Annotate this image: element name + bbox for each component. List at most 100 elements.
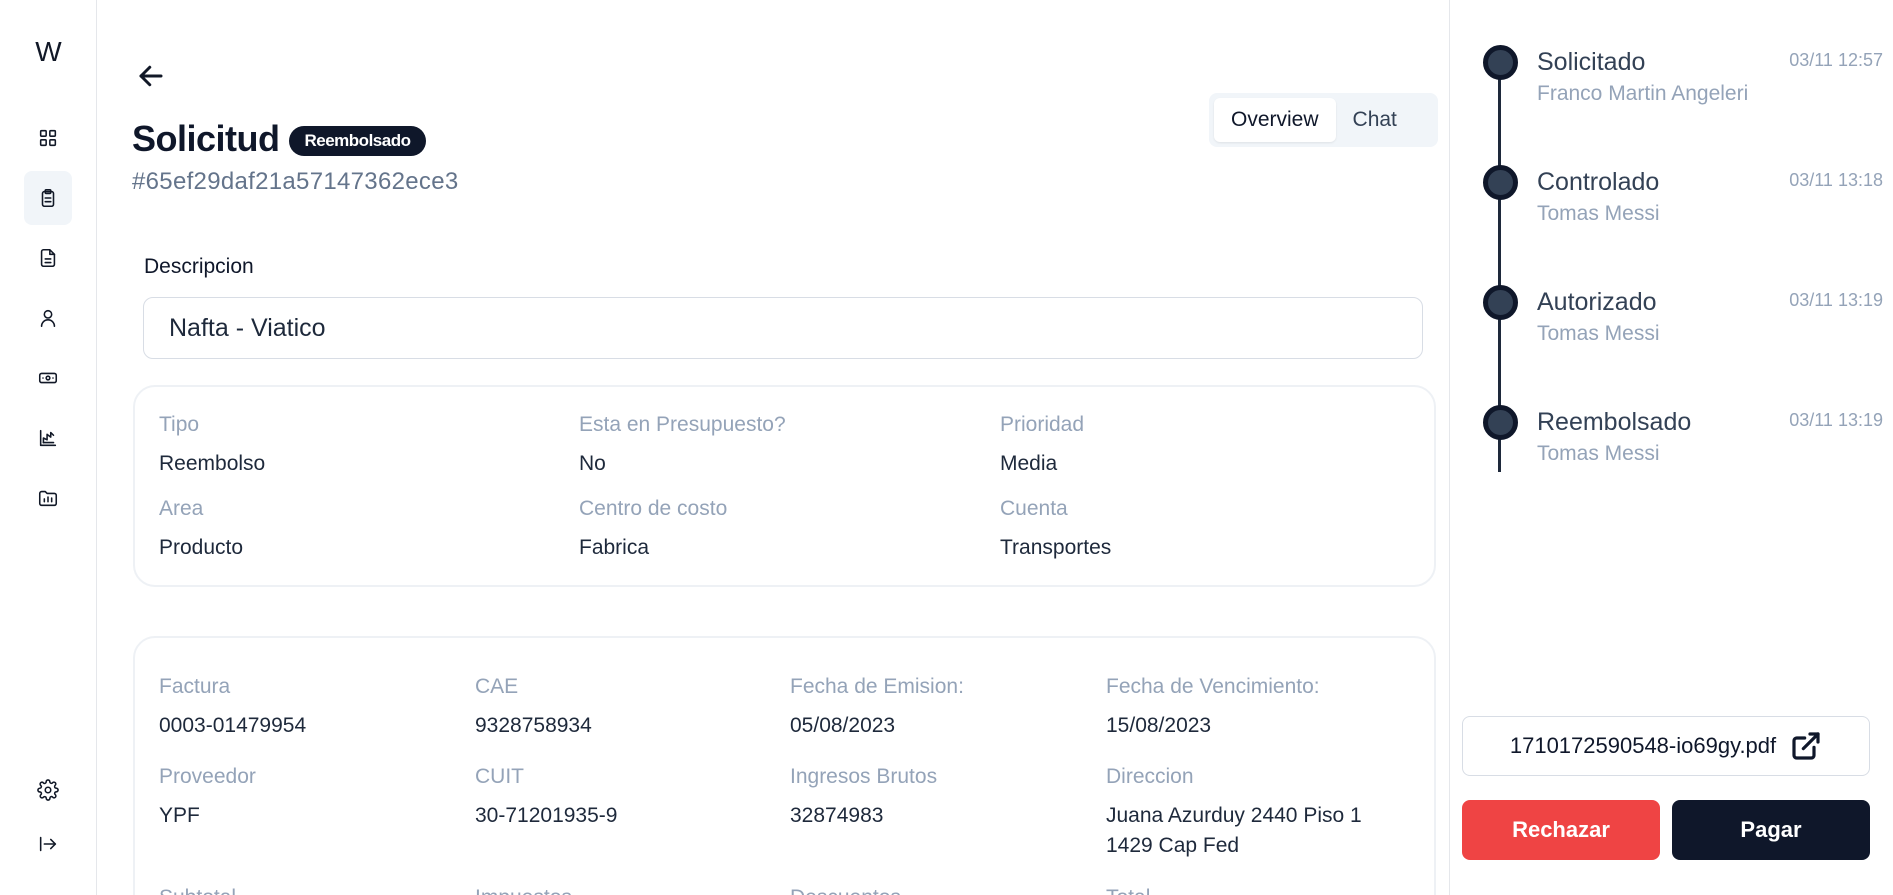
timeline-status: Controlado (1537, 168, 1660, 196)
field-ingresos-brutos: Ingresos Brutos 32874983 (790, 765, 937, 831)
tab-chat[interactable]: Chat (1336, 98, 1414, 142)
attachment-filename: 1710172590548-io69gy.pdf (1509, 733, 1777, 758)
title-row: Solicitud Reembolsado (132, 118, 427, 160)
field-label: Direccion (1106, 765, 1194, 788)
page-title: Solicitud (132, 118, 280, 159)
gear-icon (37, 779, 59, 801)
field-centro-costo: Centro de costo Fabrica (579, 497, 727, 563)
field-value: Producto (159, 536, 244, 559)
timeline-status: Autorizado (1537, 288, 1657, 316)
timeline-user: Tomas Messi (1537, 322, 1660, 345)
field-label: Impuestos (475, 886, 572, 895)
sidebar-item-requests[interactable] (24, 171, 72, 225)
field-direccion: Direccion Juana Azurduy 2440 Piso 1 1429… (1106, 765, 1406, 861)
timeline-dot (1483, 45, 1518, 80)
field-total: Total (1106, 886, 1150, 895)
field-value: Fabrica (579, 536, 650, 559)
logout-icon (39, 836, 57, 852)
sidebar-item-folders[interactable] (24, 471, 72, 525)
sidebar-item-settings[interactable] (24, 763, 72, 817)
field-factura: Factura 0003-01479954 (159, 675, 306, 741)
main-content: Solicitud Reembolsado #65ef29daf21a57147… (97, 0, 1449, 895)
field-value: 05/08/2023 (790, 714, 896, 737)
field-label: Tipo (159, 413, 200, 436)
field-label: Descuentos (790, 886, 901, 895)
field-value: No (579, 452, 606, 475)
details-card: Tipo Reembolso Esta en Presupuesto? No P… (133, 385, 1436, 587)
field-label: Esta en Presupuesto? (579, 413, 786, 436)
field-value: YPF (159, 804, 200, 827)
field-label: Fecha de Vencimiento: (1106, 675, 1320, 698)
field-label: Proveedor (159, 765, 256, 788)
field-label: Centro de costo (579, 497, 728, 520)
field-label: Cuenta (1000, 497, 1068, 520)
field-impuestos: Impuestos (475, 886, 572, 895)
field-subtotal: Subtotal (159, 886, 236, 895)
sidebar-item-payments[interactable] (24, 351, 72, 405)
file-text-icon (40, 248, 56, 268)
app-logo[interactable]: W (0, 36, 97, 68)
field-prioridad: Prioridad Media (1000, 413, 1084, 479)
field-label: Total (1106, 886, 1150, 895)
field-value: 32874983 (790, 804, 884, 827)
timeline-time: 03/11 12:57 (1789, 50, 1883, 70)
field-value: Media (1000, 452, 1058, 475)
tab-overview[interactable]: Overview (1214, 98, 1336, 142)
external-link-icon[interactable] (1790, 730, 1822, 762)
back-button[interactable] (133, 58, 169, 94)
timeline-user: Tomas Messi (1537, 442, 1660, 465)
field-label: Fecha de Emision: (790, 675, 964, 698)
arrow-left-icon (139, 65, 163, 87)
field-proveedor: Proveedor YPF (159, 765, 256, 831)
pay-button[interactable]: Pagar (1672, 800, 1870, 860)
field-fecha-emision: Fecha de Emision: 05/08/2023 (790, 675, 964, 741)
view-tabs: Overview Chat (1209, 93, 1438, 147)
description-field[interactable]: Nafta - Viatico (143, 297, 1423, 359)
clipboard-icon (41, 188, 55, 208)
timeline-time: 03/11 13:18 (1789, 170, 1883, 190)
reject-button[interactable]: Rechazar (1462, 800, 1660, 860)
field-cuit: CUIT 30-71201935-9 (475, 765, 617, 831)
timeline-user: Franco Martin Angeleri (1537, 82, 1749, 105)
field-label: Area (159, 497, 204, 520)
field-label: Subtotal (159, 886, 236, 895)
timeline-time: 03/11 13:19 (1789, 290, 1883, 310)
field-label: CUIT (475, 765, 524, 788)
invoice-card: Factura 0003-01479954 CAE 9328758934 Fec… (133, 636, 1436, 895)
timeline-time: 03/11 13:19 (1789, 410, 1883, 430)
description-label: Descripcion (144, 255, 254, 278)
sidebar-item-logout[interactable] (24, 817, 72, 871)
field-value: 9328758934 (475, 714, 592, 737)
timeline-user: Tomas Messi (1537, 202, 1660, 225)
sidebar-item-dashboard[interactable] (24, 111, 72, 165)
field-cuenta: Cuenta Transportes (1000, 497, 1111, 563)
field-label: Ingresos Brutos (790, 765, 938, 788)
field-label: Factura (159, 675, 231, 698)
timeline-status: Solicitado (1537, 48, 1646, 76)
sidebar-item-users[interactable] (24, 291, 72, 345)
field-value: Juana Azurduy 2440 Piso 1 1429 Cap Fed (1106, 804, 1362, 857)
field-value: 15/08/2023 (1106, 714, 1212, 737)
field-area: Area Producto (159, 497, 243, 563)
sidebar: W (0, 0, 97, 895)
user-icon (40, 309, 56, 328)
field-value: Reembolso (159, 452, 266, 475)
chart-icon (39, 429, 57, 447)
field-fecha-vencimiento: Fecha de Vencimiento: 15/08/2023 (1106, 675, 1320, 741)
timeline-status: Reembolsado (1537, 408, 1692, 436)
status-panel: Solicitado Franco Martin Angeleri 03/11 … (1449, 0, 1893, 895)
request-id: #65ef29daf21a57147362ece3 (132, 168, 459, 195)
timeline-dot (1483, 405, 1518, 440)
timeline-dot (1483, 285, 1518, 320)
timeline-dot (1483, 165, 1518, 200)
sidebar-item-reports[interactable] (24, 411, 72, 465)
attachment-link[interactable]: 1710172590548-io69gy.pdf (1462, 716, 1870, 776)
grid-icon (39, 129, 57, 147)
banknote-icon (38, 372, 58, 384)
field-label: CAE (475, 675, 519, 698)
field-presupuesto: Esta en Presupuesto? No (579, 413, 786, 479)
sidebar-item-documents[interactable] (24, 231, 72, 285)
field-label: Prioridad (1000, 413, 1085, 436)
field-descuentos: Descuentos (790, 886, 901, 895)
field-value: 0003-01479954 (159, 714, 307, 737)
